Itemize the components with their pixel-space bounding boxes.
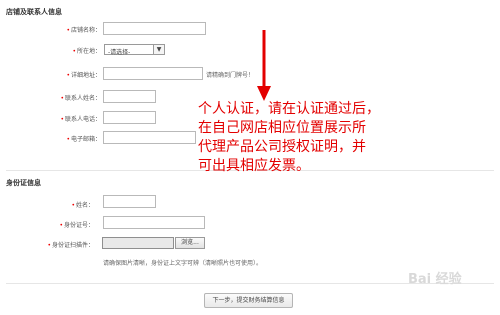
chevron-down-icon[interactable]: ▼ <box>153 45 164 54</box>
required-star-icon: • <box>60 116 64 123</box>
id-scan-hint: 请确保图片清晰，身份证上文字可辨（清晰照片也可使用）。 <box>103 260 263 267</box>
address-hint: 请精确到门牌号！ <box>206 72 255 79</box>
annotation-line: 在自己网店相应位置展示所 <box>198 120 366 136</box>
annotation-line: 可出具相应发票。 <box>198 158 310 174</box>
next-step-button[interactable]: 下一步，提交财务结算信息 <box>204 293 293 308</box>
required-star-icon: • <box>59 222 63 229</box>
contact-phone-label: •联系人电话： <box>60 116 101 123</box>
required-star-icon: • <box>60 95 64 102</box>
browse-button[interactable]: 浏览... <box>175 237 205 249</box>
id-name-input[interactable] <box>103 195 156 208</box>
required-star-icon: • <box>71 202 75 209</box>
contact-name-input[interactable] <box>103 90 156 103</box>
annotation-text: 个人认证，请在认证通过后， 在自己网店相应位置展示所 代理产品公司授权证明，并 … <box>198 100 380 176</box>
id-section-title: 身份证信息 <box>6 179 41 187</box>
required-star-icon: • <box>66 27 70 34</box>
annotation-line: 代理产品公司授权证明，并 <box>198 139 366 155</box>
arrow-down-icon <box>257 30 271 101</box>
id-scan-file-path[interactable] <box>102 237 174 249</box>
contact-name-label: •联系人姓名： <box>60 95 101 102</box>
contact-phone-input[interactable] <box>103 111 156 124</box>
id-number-input[interactable] <box>103 216 205 229</box>
location-select-value: -请选择- <box>108 49 131 56</box>
id-number-label: •身份证号： <box>59 222 94 229</box>
store-name-input[interactable] <box>103 22 206 35</box>
location-label: •所在地： <box>72 48 101 55</box>
address-input[interactable] <box>103 67 203 80</box>
required-star-icon: • <box>72 48 76 55</box>
id-name-label: •姓名： <box>71 202 94 209</box>
required-star-icon: • <box>47 242 51 249</box>
store-name-label: •店铺名称： <box>66 27 101 34</box>
store-section-title: 店铺及联系人信息 <box>6 8 62 16</box>
required-star-icon: • <box>66 72 70 79</box>
email-label: •电子邮箱： <box>66 136 101 143</box>
email-input[interactable] <box>103 131 196 144</box>
address-label: •详细地址： <box>66 72 101 79</box>
required-star-icon: • <box>66 136 70 143</box>
id-scan-label: •身份证扫描件： <box>47 242 94 249</box>
location-select[interactable]: -请选择- ▼ <box>104 44 165 56</box>
annotation-line: 个人认证，请在认证通过后， <box>198 101 380 117</box>
watermark-logo: Bai 经验 <box>408 272 462 287</box>
